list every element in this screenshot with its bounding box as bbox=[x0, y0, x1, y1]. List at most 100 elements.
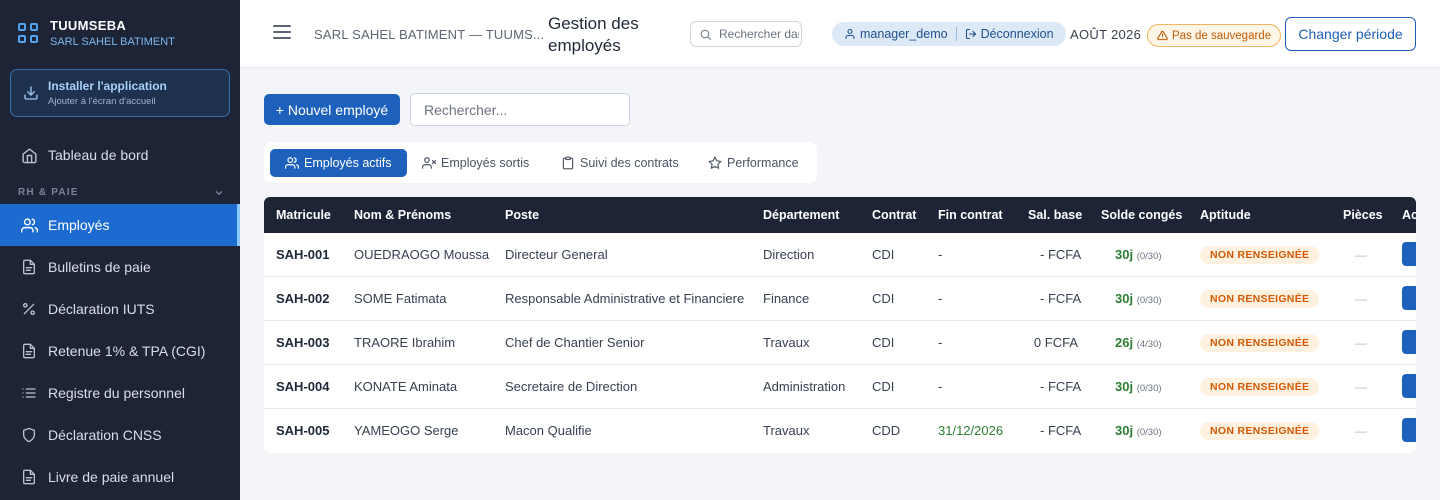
global-search-input[interactable] bbox=[719, 27, 799, 41]
user-link[interactable]: manager_demo bbox=[844, 27, 948, 41]
sidebar-item-dashboard[interactable]: Tableau de bord bbox=[0, 134, 240, 176]
column-header[interactable]: Aptitude bbox=[1200, 197, 1251, 233]
install-subtitle: Ajouter à l'écran d'accueil bbox=[48, 96, 156, 107]
leave-days: 30j bbox=[1115, 379, 1134, 394]
cell-salaire: - FCFA bbox=[1040, 291, 1082, 306]
chevron-down-icon bbox=[215, 190, 223, 195]
cell-solde-conges: 30j (0/30) bbox=[1115, 233, 1162, 279]
sidebar-item-livre-paie[interactable]: Livre de paie annuel bbox=[0, 456, 240, 498]
tab-label: Performance bbox=[727, 156, 799, 170]
table-row[interactable]: SAH-002 SOME Fatimata Responsable Admini… bbox=[264, 277, 1416, 321]
cell-pieces: — bbox=[1355, 424, 1367, 438]
column-header[interactable]: Solde congés bbox=[1101, 197, 1182, 233]
company-breadcrumb: SARL SAHEL BATIMENT — TUUMS... bbox=[314, 27, 545, 42]
download-icon bbox=[24, 86, 38, 100]
column-header[interactable]: Contrat bbox=[872, 197, 916, 233]
sidebar-item-label: Employés bbox=[48, 217, 110, 233]
tab-label: Employés actifs bbox=[304, 156, 392, 170]
top-header: SARL SAHEL BATIMENT — TUUMS... Gestion d… bbox=[240, 0, 1440, 68]
employees-table: Matricule Nom & Prénoms Poste Départemen… bbox=[264, 197, 1416, 453]
sidebar-item-iuts[interactable]: Déclaration IUTS bbox=[0, 288, 240, 330]
aptitude-badge: NON RENSEIGNÉE bbox=[1200, 334, 1320, 352]
sidebar-item-retenue[interactable]: Retenue 1% & TPA (CGI) bbox=[0, 330, 240, 372]
table-row[interactable]: SAH-001 OUEDRAOGO Moussa Directeur Gener… bbox=[264, 233, 1416, 277]
sidebar-item-employes[interactable]: Employés bbox=[0, 204, 240, 246]
brand-name: TUUMSEBA bbox=[50, 18, 127, 33]
table-row[interactable]: SAH-005 YAMEOGO Serge Macon Qualifie Tra… bbox=[264, 409, 1416, 453]
column-header[interactable]: Matricule bbox=[276, 197, 331, 233]
edit-employee-button[interactable] bbox=[1402, 418, 1416, 442]
cell-departement: Travaux bbox=[763, 423, 810, 438]
employee-search-input[interactable] bbox=[410, 93, 630, 126]
cell-matricule: SAH-002 bbox=[276, 291, 330, 306]
current-period: AOÛT 2026 bbox=[1070, 27, 1142, 42]
no-backup-label: Pas de sauvegarde bbox=[1172, 29, 1272, 42]
warning-icon bbox=[1157, 30, 1168, 41]
leave-days: 30j bbox=[1115, 291, 1134, 306]
sidebar-item-label: Déclaration IUTS bbox=[48, 301, 155, 317]
star-icon bbox=[708, 156, 722, 169]
username: manager_demo bbox=[860, 27, 948, 41]
column-header[interactable]: Sal. base bbox=[1028, 197, 1082, 233]
edit-employee-button[interactable] bbox=[1402, 242, 1416, 266]
menu-icon[interactable] bbox=[273, 25, 291, 39]
column-header[interactable]: Pièces bbox=[1343, 197, 1383, 233]
table-row[interactable]: SAH-003 TRAORE Ibrahim Chef de Chantier … bbox=[264, 321, 1416, 365]
aptitude-badge: NON RENSEIGNÉE bbox=[1200, 246, 1320, 264]
tab-employes-actifs[interactable]: Employés actifs bbox=[270, 149, 407, 177]
column-header[interactable]: Ac bbox=[1402, 197, 1416, 233]
sidebar-item-label: Retenue 1% & TPA (CGI) bbox=[48, 343, 206, 359]
change-period-button[interactable]: Changer période bbox=[1285, 17, 1416, 51]
aptitude-badge: NON RENSEIGNÉE bbox=[1200, 378, 1320, 396]
cell-solde-conges: 26j (4/30) bbox=[1115, 321, 1162, 367]
sidebar-item-label: Bulletins de paie bbox=[48, 259, 151, 275]
sidebar-item-registre[interactable]: Registre du personnel bbox=[0, 372, 240, 414]
grid-logo-icon bbox=[18, 23, 38, 43]
column-header[interactable]: Département bbox=[763, 197, 839, 233]
file-icon bbox=[20, 468, 38, 486]
sidebar-item-label: Tableau de bord bbox=[48, 147, 149, 163]
edit-employee-button[interactable] bbox=[1402, 286, 1416, 310]
cell-poste: Directeur General bbox=[505, 247, 608, 262]
table-row[interactable]: SAH-004 KONATE Aminata Secretaire de Dir… bbox=[264, 365, 1416, 409]
search-icon bbox=[700, 29, 711, 40]
sidebar-item-bulletins[interactable]: Bulletins de paie bbox=[0, 246, 240, 288]
sidebar-section-rh-paie[interactable]: RH & PAIE bbox=[18, 187, 224, 198]
cell-fin-contrat: - bbox=[938, 291, 943, 306]
file-icon bbox=[20, 342, 38, 360]
cell-name: KONATE Aminata bbox=[354, 379, 458, 394]
tab-suivi-contrats[interactable]: Suivi des contrats bbox=[561, 149, 679, 177]
install-app-button[interactable]: Installer l'application Ajouter à l'écra… bbox=[10, 69, 230, 117]
home-icon bbox=[20, 146, 38, 164]
cell-contrat: CDI bbox=[872, 379, 895, 394]
cell-salaire: 0 FCFA bbox=[1033, 335, 1078, 350]
clipboard-icon bbox=[562, 156, 574, 170]
logout-button[interactable]: Déconnexion bbox=[965, 27, 1054, 41]
column-header[interactable]: Poste bbox=[505, 197, 539, 233]
column-header[interactable]: Nom & Prénoms bbox=[354, 197, 451, 233]
cell-solde-conges: 30j (0/30) bbox=[1115, 277, 1162, 323]
cell-matricule: SAH-004 bbox=[276, 379, 330, 394]
edit-employee-button[interactable] bbox=[1402, 330, 1416, 354]
users-icon bbox=[20, 216, 38, 234]
sidebar-item-cnss[interactable]: Déclaration CNSS bbox=[0, 414, 240, 456]
tab-performance[interactable]: Performance bbox=[708, 149, 799, 177]
cell-contrat: CDI bbox=[872, 335, 895, 350]
cell-fin-contrat: - bbox=[938, 379, 943, 394]
percent-icon bbox=[20, 300, 38, 318]
global-search[interactable] bbox=[690, 21, 802, 47]
sidebar-item-label: Déclaration CNSS bbox=[48, 427, 162, 443]
user-icon bbox=[845, 28, 855, 40]
aptitude-badge: NON RENSEIGNÉE bbox=[1200, 290, 1320, 308]
edit-employee-button[interactable] bbox=[1402, 374, 1416, 398]
leave-days: 26j bbox=[1115, 335, 1134, 350]
column-header[interactable]: Fin contrat bbox=[938, 197, 1003, 233]
cell-salaire: - FCFA bbox=[1040, 423, 1082, 438]
brand: TUUMSEBA SARL SAHEL BATIMENT bbox=[0, 0, 240, 66]
users-icon bbox=[285, 157, 299, 169]
tab-employes-sortis[interactable]: Employés sortis bbox=[422, 149, 529, 177]
cell-pieces: — bbox=[1355, 336, 1367, 350]
new-employee-button[interactable]: + Nouvel employé bbox=[264, 94, 400, 125]
shield-icon bbox=[20, 426, 38, 444]
sidebar-item-label: Registre du personnel bbox=[48, 385, 185, 401]
